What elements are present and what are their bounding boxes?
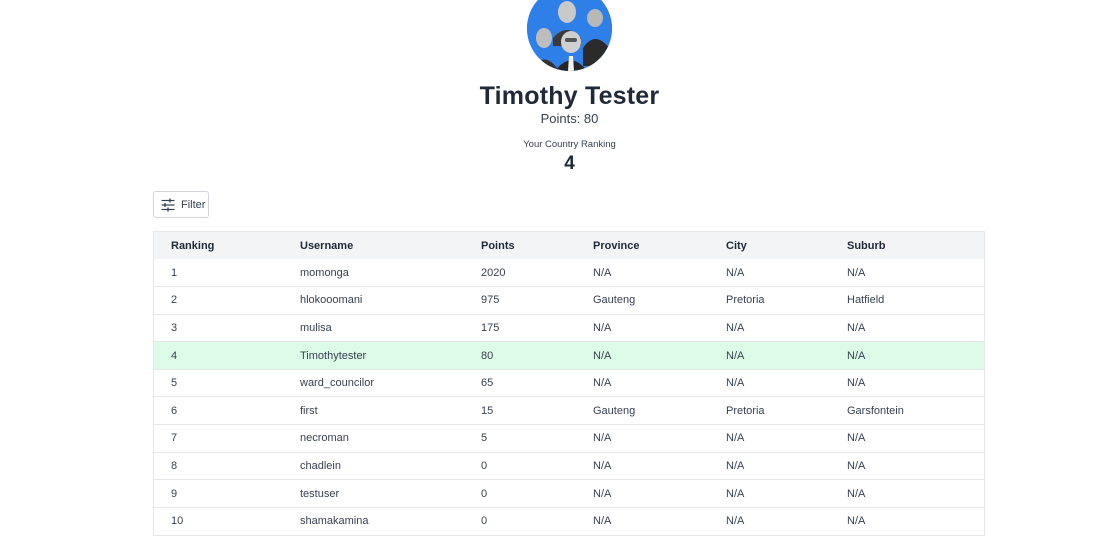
cell-suburb: N/A [847, 432, 866, 445]
column-header-province[interactable]: Province [593, 232, 726, 259]
cell-username: necroman [300, 432, 349, 445]
profile-name: Timothy Tester [479, 82, 660, 110]
column-header-suburb[interactable]: Suburb [847, 232, 984, 259]
table-row: 7 necroman 5 N/A N/A N/A [154, 424, 984, 453]
avatar [527, 0, 612, 71]
cell-suburb: N/A [847, 515, 866, 528]
cell-city: N/A [726, 321, 745, 334]
cell-province: N/A [593, 349, 612, 362]
leaderboard-page: Timothy Tester Points: 80 Your Country R… [0, 0, 1113, 541]
cell-points: 2020 [481, 266, 506, 279]
cell-province: Gauteng [593, 404, 636, 417]
cell-province: N/A [593, 377, 612, 390]
cell-city: Pretoria [726, 294, 765, 307]
table-row: 9 testuser 0 N/A N/A N/A [154, 479, 984, 508]
cell-username: ward_councilor [300, 377, 374, 390]
column-header-points[interactable]: Points [481, 232, 593, 259]
cell-suburb: N/A [847, 459, 866, 472]
cell-ranking: 10 [171, 515, 184, 528]
cell-username: mulisa [300, 321, 332, 334]
cell-points: 975 [481, 294, 500, 307]
cell-city: Pretoria [726, 404, 765, 417]
cell-ranking: 9 [171, 487, 178, 500]
cell-ranking: 4 [171, 349, 178, 362]
cell-suburb: N/A [847, 377, 866, 390]
cell-ranking: 3 [171, 321, 178, 334]
cell-suburb: N/A [847, 487, 866, 500]
profile-points: Points: 80 [540, 111, 599, 126]
cell-username: shamakamina [300, 515, 369, 528]
cell-suburb: N/A [847, 321, 866, 334]
cell-province: N/A [593, 487, 612, 500]
cell-province: N/A [593, 432, 612, 445]
table-row: 1 momonga 2020 N/A N/A N/A [154, 259, 984, 287]
cell-city: N/A [726, 349, 745, 362]
cell-username: first [300, 404, 318, 417]
cell-city: N/A [726, 515, 745, 528]
filter-button[interactable]: Filter [153, 191, 209, 218]
cell-province: N/A [593, 266, 612, 279]
cell-city: N/A [726, 266, 745, 279]
table-row: 3 mulisa 175 N/A N/A N/A [154, 314, 984, 342]
cell-ranking: 2 [171, 294, 178, 307]
cell-points: 0 [481, 487, 488, 500]
table-row-current-user: 4 Timothytester 80 N/A N/A N/A [154, 341, 984, 370]
cell-ranking: 5 [171, 377, 178, 390]
cell-city: N/A [726, 432, 745, 445]
cell-points: 80 [481, 349, 494, 362]
table-row: 6 first 15 Gauteng Pretoria Garsfontein [154, 396, 984, 425]
table-header-row: Ranking Username Points Province City Su… [154, 232, 984, 259]
table-row: 5 ward_councilor 65 N/A N/A N/A [154, 369, 984, 397]
cell-points: 65 [481, 377, 494, 390]
cell-province: N/A [593, 459, 612, 472]
leaderboard-table: Ranking Username Points Province City Su… [153, 231, 985, 536]
cell-ranking: 7 [171, 432, 178, 445]
cell-suburb: Hatfield [847, 294, 885, 307]
cell-city: N/A [726, 459, 745, 472]
country-ranking-label: Your Country Ranking [523, 139, 616, 150]
column-header-city[interactable]: City [726, 232, 847, 259]
cell-province: N/A [593, 321, 612, 334]
sliders-icon [161, 198, 175, 212]
cell-suburb: N/A [847, 349, 866, 362]
cell-username: hlokooomani [300, 294, 363, 307]
cell-ranking: 8 [171, 459, 178, 472]
avatar-photo-icon [527, 0, 612, 71]
cell-city: N/A [726, 377, 745, 390]
cell-province: N/A [593, 515, 612, 528]
cell-suburb: Garsfontein [847, 404, 904, 417]
cell-points: 0 [481, 515, 488, 528]
cell-username: momonga [300, 266, 349, 279]
column-header-username[interactable]: Username [300, 232, 481, 259]
cell-points: 5 [481, 432, 488, 445]
cell-username: Timothytester [300, 349, 367, 362]
cell-username: testuser [300, 487, 340, 500]
cell-province: Gauteng [593, 294, 636, 307]
cell-username: chadlein [300, 459, 341, 472]
cell-suburb: N/A [847, 266, 866, 279]
cell-ranking: 6 [171, 404, 178, 417]
column-header-ranking[interactable]: Ranking [154, 232, 300, 259]
cell-ranking: 1 [171, 266, 178, 279]
cell-points: 0 [481, 459, 488, 472]
cell-points: 15 [481, 404, 494, 417]
table-row: 8 chadlein 0 N/A N/A N/A [154, 452, 984, 480]
filter-button-label: Filter [181, 198, 206, 211]
table-row: 10 shamakamina 0 N/A N/A N/A [154, 507, 984, 535]
country-ranking-value: 4 [564, 153, 575, 174]
cell-city: N/A [726, 487, 745, 500]
table-row: 2 hlokooomani 975 Gauteng Pretoria Hatfi… [154, 286, 984, 315]
cell-points: 175 [481, 321, 500, 334]
